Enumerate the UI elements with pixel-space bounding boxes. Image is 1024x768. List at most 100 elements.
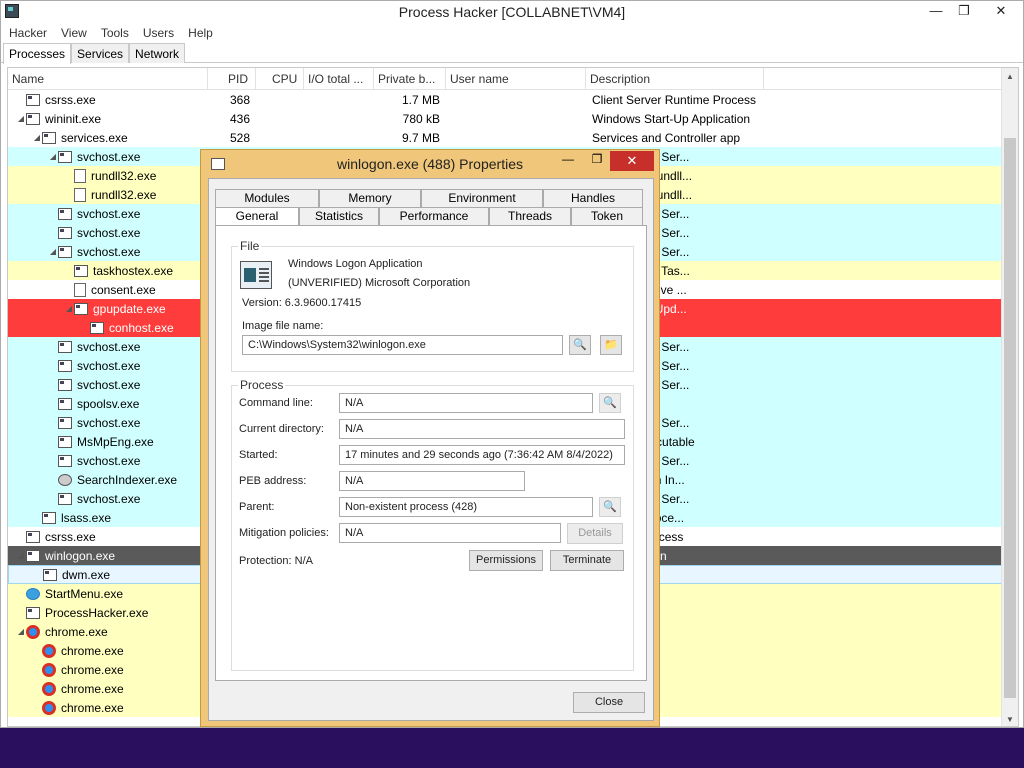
dialog-title-bar[interactable]: winlogon.exe (488) Properties — ❐ ✕: [201, 150, 659, 178]
process-name: chrome.exe: [61, 643, 124, 658]
menu-tools[interactable]: Tools: [97, 23, 133, 43]
tab-processes[interactable]: Processes: [3, 43, 72, 64]
process-name: csrss.exe: [45, 529, 96, 544]
started-field[interactable]: 17 minutes and 29 seconds ago (7:36:42 A…: [339, 445, 625, 465]
expand-icon[interactable]: ◢: [16, 551, 26, 560]
process-name-cell: ◢ svchost.exe: [8, 245, 208, 259]
title-bar[interactable]: Process Hacker [COLLABNET\VM4] — ❐ ✕: [1, 1, 1023, 23]
image-file-path-field[interactable]: C:\Windows\System32\winlogon.exe: [242, 335, 563, 355]
tab-token[interactable]: Token: [571, 207, 643, 225]
tab-general[interactable]: General: [215, 207, 299, 225]
process-name-cell: ◢ wininit.exe: [8, 112, 208, 126]
table-row[interactable]: ◢ wininit.exe 436 780 kB Windows Start-Up Ap…: [8, 109, 1018, 128]
process-name: taskhostex.exe: [93, 263, 174, 278]
column-user-name[interactable]: User name: [446, 68, 586, 89]
process-name: rundll32.exe: [91, 187, 157, 202]
process-name: wininit.exe: [45, 111, 102, 126]
dialog-minimize-button[interactable]: —: [556, 152, 580, 170]
command-line-field[interactable]: N/A: [339, 393, 593, 413]
process-icon: [42, 681, 56, 696]
process-name: chrome.exe: [61, 700, 124, 715]
process-name: consent.exe: [91, 282, 156, 297]
expand-icon[interactable]: ◢: [16, 627, 26, 636]
file-group: File Windows Logon Application (UNVERIFI…: [231, 239, 634, 372]
process-name-cell: consent.exe: [8, 282, 208, 297]
tab-performance[interactable]: Performance: [379, 207, 489, 225]
menu-users[interactable]: Users: [139, 23, 178, 43]
expand-icon[interactable]: ◢: [64, 304, 74, 313]
inspect-cmdline-icon[interactable]: 🔍: [599, 393, 621, 413]
process-icon: [58, 454, 72, 467]
process-icon: [58, 492, 72, 505]
process-name-cell: SearchIndexer.exe: [8, 473, 208, 487]
dialog-maximize-button[interactable]: ❐: [585, 152, 609, 170]
process-icon: [26, 549, 40, 562]
vertical-scrollbar[interactable]: ▲ ▼: [1001, 68, 1018, 726]
tab-memory[interactable]: Memory: [319, 189, 421, 207]
column-io[interactable]: I/O total ...: [304, 68, 374, 89]
dialog-close-button[interactable]: ✕: [610, 151, 654, 171]
process-name-cell: svchost.exe: [8, 378, 208, 392]
expand-icon[interactable]: ◢: [32, 133, 42, 142]
process-name-cell: ◢ winlogon.exe: [8, 549, 208, 563]
process-name-cell: ◢ chrome.exe: [8, 624, 208, 639]
table-row[interactable]: ◢ services.exe 528 9.7 MB Services and Contr…: [8, 128, 1018, 147]
terminate-button[interactable]: Terminate: [550, 550, 624, 571]
column-private-bytes[interactable]: Private b...: [374, 68, 446, 89]
column-cpu[interactable]: CPU: [256, 68, 304, 89]
column-pid[interactable]: PID: [208, 68, 256, 89]
file-version: Version: 6.3.9600.17415: [242, 297, 362, 309]
process-icon: [42, 643, 56, 658]
current-directory-field[interactable]: N/A: [339, 419, 625, 439]
permissions-button[interactable]: Permissions: [469, 550, 543, 571]
details-button[interactable]: Details: [567, 523, 623, 544]
tab-handles[interactable]: Handles: [543, 189, 643, 207]
expand-icon[interactable]: ◢: [48, 152, 58, 161]
process-icon: [58, 397, 72, 410]
column-description[interactable]: Description: [586, 68, 764, 89]
process-icon: [74, 264, 88, 277]
process-name: ProcessHacker.exe: [45, 605, 149, 620]
process-name: lsass.exe: [61, 510, 112, 525]
tab-environment[interactable]: Environment: [421, 189, 543, 207]
tab-threads[interactable]: Threads: [489, 207, 571, 225]
expand-icon[interactable]: ◢: [16, 114, 26, 123]
menu-view[interactable]: View: [57, 23, 91, 43]
open-folder-icon[interactable]: 📁: [600, 335, 622, 355]
scroll-up-icon[interactable]: ▲: [1002, 68, 1018, 85]
scroll-down-icon[interactable]: ▼: [1002, 711, 1018, 726]
expand-icon[interactable]: ◢: [48, 247, 58, 256]
column-name[interactable]: Name: [8, 68, 208, 89]
inspect-parent-icon[interactable]: 🔍: [599, 497, 621, 517]
process-name-cell: csrss.exe: [8, 530, 208, 544]
process-icon: [42, 700, 56, 715]
parent-field[interactable]: Non-existent process (428): [339, 497, 593, 517]
process-name: svchost.exe: [77, 225, 141, 240]
minimize-button[interactable]: —: [921, 1, 951, 21]
image-file-label: Image file name:: [242, 320, 324, 332]
table-row[interactable]: csrss.exe 368 1.7 MB Client Server Runtime …: [8, 90, 1018, 109]
process-name-cell: csrss.exe: [8, 93, 208, 107]
maximize-button[interactable]: ❐: [949, 1, 979, 21]
process-name: chrome.exe: [61, 681, 124, 696]
process-name: gpupdate.exe: [93, 301, 166, 316]
process-group-label: Process: [238, 378, 286, 392]
scroll-thumb[interactable]: [1004, 138, 1016, 698]
menu-hacker[interactable]: Hacker: [5, 23, 51, 43]
close-button[interactable]: ✕: [979, 1, 1023, 21]
process-name-cell: chrome.exe: [8, 681, 208, 696]
peb-address-field[interactable]: N/A: [339, 471, 525, 491]
process-name-cell: ◢ gpupdate.exe: [8, 302, 208, 316]
mitigation-policies-field[interactable]: N/A: [339, 523, 561, 543]
tab-statistics[interactable]: Statistics: [299, 207, 379, 225]
tab-network[interactable]: Network: [129, 43, 186, 63]
menu-help[interactable]: Help: [184, 23, 217, 43]
process-name: SearchIndexer.exe: [77, 472, 178, 487]
close-dialog-button[interactable]: Close: [573, 692, 645, 713]
process-name-cell: rundll32.exe: [8, 168, 208, 183]
process-icon: [26, 530, 40, 543]
tab-modules[interactable]: Modules: [215, 189, 319, 207]
tab-services[interactable]: Services: [71, 43, 130, 63]
inspect-icon[interactable]: 🔍: [569, 335, 591, 355]
process-name-cell: svchost.exe: [8, 340, 208, 354]
